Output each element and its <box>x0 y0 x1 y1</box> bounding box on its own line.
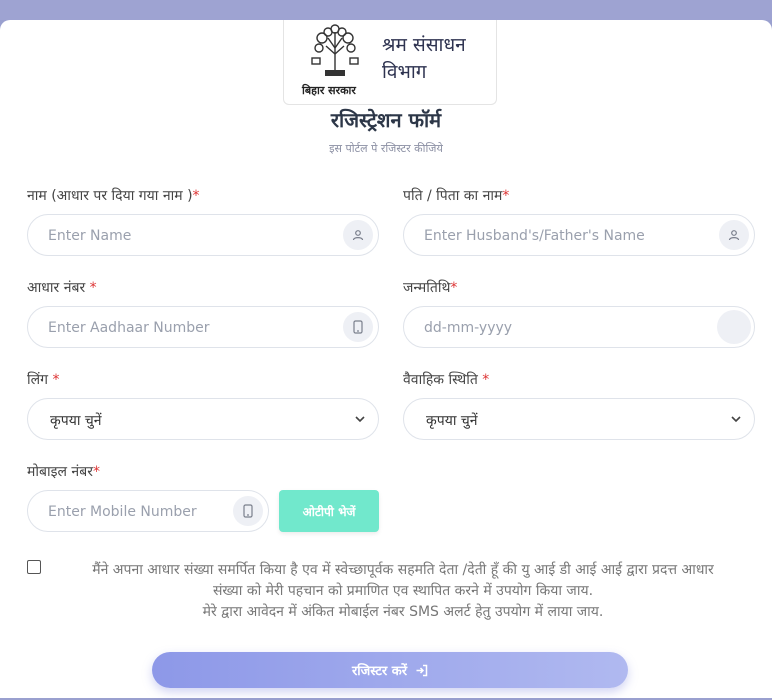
gender-label-text: लिंग <box>27 372 53 388</box>
mobile-field[interactable] <box>27 490 269 533</box>
name-field[interactable] <box>27 214 379 257</box>
dob-label: जन्मतिथि* <box>403 278 457 297</box>
aadhaar-label-text: आधार नंबर <box>27 280 90 296</box>
form-subtitle: इस पोर्टल पे रजिस्टर कीजिये <box>329 142 443 155</box>
name-label-text: नाम (आधार पर दिया गया नाम ) <box>27 188 193 204</box>
gender-label: लिंग * <box>27 370 59 389</box>
required-marker: * <box>450 280 458 296</box>
aadhaar-input[interactable] <box>46 307 330 349</box>
required-marker: * <box>52 372 60 388</box>
marital-status-label: वैवाहिक स्थिति * <box>403 370 489 389</box>
user-icon <box>343 220 373 250</box>
department-name-line1: श्रम संसाधन <box>382 34 466 56</box>
form-title: रजिस्ट्रेशन फॉर्म <box>330 108 442 132</box>
mobile-icon <box>343 312 373 342</box>
name-label: नाम (आधार पर दिया गया नाम )* <box>27 186 200 205</box>
department-logo-box: बिहार सरकार श्रम संसाधन विभाग <box>283 20 497 105</box>
required-marker: * <box>482 372 490 388</box>
register-button-label: रजिस्टर करें <box>351 664 408 679</box>
aadhaar-label: आधार नंबर * <box>27 278 97 297</box>
department-name-line2: विभाग <box>382 61 427 83</box>
user-icon <box>719 220 749 250</box>
consent-checkbox[interactable] <box>27 560 41 574</box>
bihar-emblem-icon <box>311 24 359 76</box>
name-input[interactable] <box>46 215 330 257</box>
consent-text: मैंने अपना आधार संख्या समर्पित किया है ए… <box>52 560 754 623</box>
dob-label-text: जन्मतिथि <box>403 280 451 296</box>
marital-status-selected-value: कृपया चुनें <box>426 413 478 429</box>
mobile-label: मोबाइल नंबर* <box>27 462 100 481</box>
father-name-input[interactable] <box>422 215 706 257</box>
mobile-label-text: मोबाइल नंबर <box>27 464 93 480</box>
required-marker: * <box>89 280 97 296</box>
mobile-icon <box>233 496 263 526</box>
top-band <box>0 0 772 20</box>
mobile-input[interactable] <box>46 491 242 533</box>
required-marker: * <box>92 464 100 480</box>
chevron-down-icon <box>355 416 365 423</box>
required-marker: * <box>502 188 510 204</box>
emblem-caption: बिहार सरकार <box>302 84 356 97</box>
father-name-label-text: पति / पिता का नाम <box>403 188 503 204</box>
dob-field[interactable] <box>403 306 755 349</box>
marital-status-label-text: वैवाहिक स्थिति <box>403 372 483 388</box>
father-name-field[interactable] <box>403 214 755 257</box>
chevron-down-icon <box>731 416 741 423</box>
calendar-icon[interactable] <box>717 310 751 344</box>
sign-in-icon <box>416 664 428 676</box>
father-name-label: पति / पिता का नाम* <box>403 186 509 205</box>
marital-status-select[interactable]: कृपया चुनें <box>403 398 755 440</box>
dob-input[interactable] <box>422 307 706 349</box>
consent-line-3: मेरे द्वारा आवेदन में अंकित मोबाईल नंबर … <box>202 604 604 620</box>
department-name: श्रम संसाधन विभाग <box>382 32 466 86</box>
register-button[interactable]: रजिस्टर करें <box>152 652 628 688</box>
gender-selected-value: कृपया चुनें <box>50 413 102 429</box>
send-otp-button[interactable]: ओटीपी भेजें <box>279 490 379 532</box>
consent-line-2: संख्या को मेरी पहचान को प्रमाणित एव स्था… <box>212 583 594 599</box>
aadhaar-field[interactable] <box>27 306 379 349</box>
gender-select[interactable]: कृपया चुनें <box>27 398 379 440</box>
consent-line-1: मैंने अपना आधार संख्या समर्पित किया है ए… <box>92 562 714 578</box>
required-marker: * <box>192 188 200 204</box>
